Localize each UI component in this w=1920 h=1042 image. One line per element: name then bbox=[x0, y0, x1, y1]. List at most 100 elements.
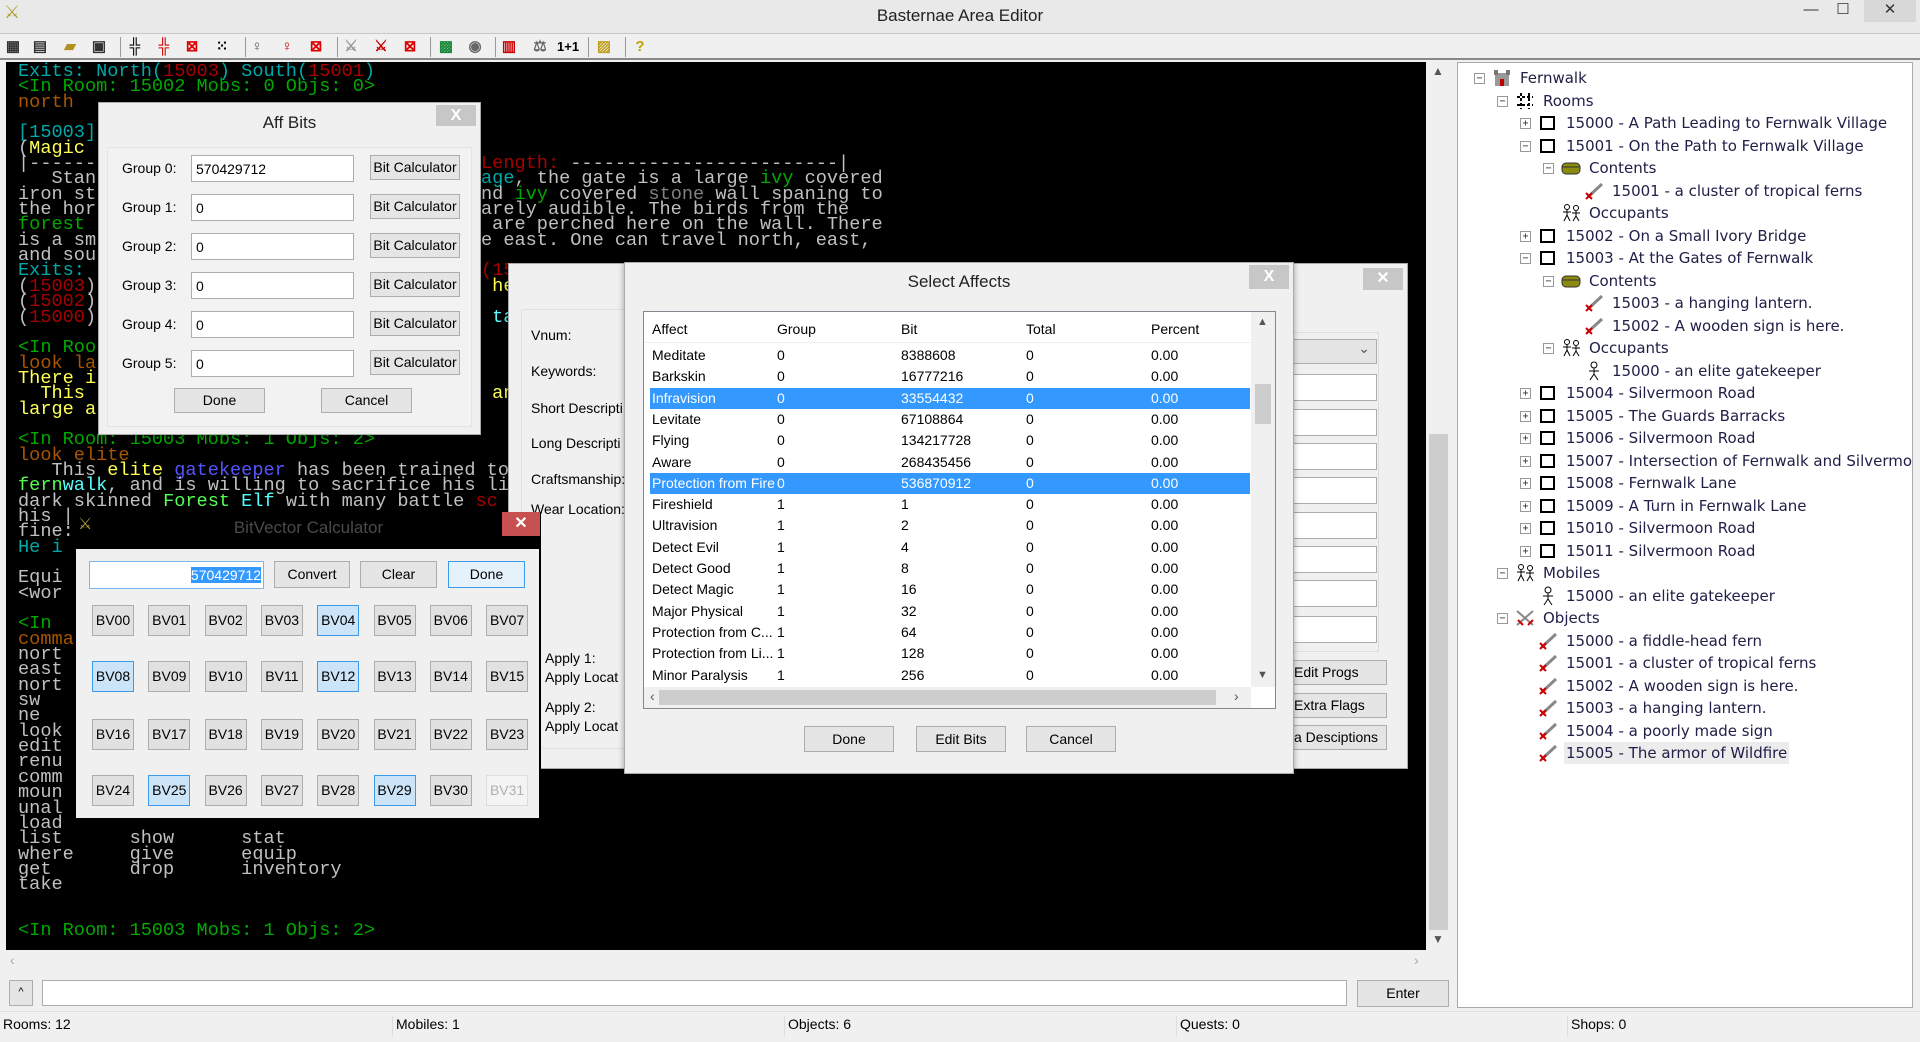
clear-button[interactable]: Clear bbox=[360, 561, 437, 588]
bit-button-bv21[interactable]: BV21 bbox=[373, 719, 416, 750]
affect-row[interactable]: Protection from Fire 0 536870912 0 0.00 bbox=[650, 472, 1250, 494]
tree-item[interactable]: +15009 - A Turn in Fernwalk Lane bbox=[1458, 495, 1908, 517]
bit-button-bv14[interactable]: BV14 bbox=[429, 661, 472, 692]
rooms-button[interactable]: ╬ bbox=[124, 36, 146, 58]
save-button[interactable]: ▣ bbox=[88, 36, 110, 58]
cancel-button[interactable]: Cancel bbox=[321, 388, 412, 413]
bit-button-bv05[interactable]: BV05 bbox=[373, 605, 416, 636]
area-tree[interactable]: − Fernwalk − Rooms +15000 - A Path Leading t… bbox=[1457, 62, 1913, 1008]
group-1-input[interactable] bbox=[191, 194, 354, 221]
bit-button-bv20[interactable]: BV20 bbox=[317, 719, 360, 750]
bit-button-bv07[interactable]: BV07 bbox=[486, 605, 529, 636]
collapse-icon[interactable]: − bbox=[1497, 613, 1508, 624]
tree-item[interactable]: 15003 - a hanging lantern. bbox=[1458, 697, 1908, 719]
tree-item[interactable]: 15000 - an elite gatekeeper bbox=[1458, 585, 1908, 607]
tree-item[interactable]: 15003 - a hanging lantern. bbox=[1458, 292, 1908, 314]
bit-button-bv24[interactable]: BV24 bbox=[92, 775, 134, 806]
room-grid-button[interactable]: ⁙ bbox=[211, 36, 233, 58]
tree-item[interactable]: 15005 - The armor of Wildfire bbox=[1458, 742, 1908, 764]
expand-icon[interactable]: + bbox=[1520, 410, 1531, 422]
new-room-button[interactable]: ╬ bbox=[153, 36, 175, 58]
bit-button-bv18[interactable]: BV18 bbox=[204, 719, 247, 750]
bit-calculator-button[interactable]: Bit Calculator bbox=[370, 194, 460, 219]
bit-button-bv13[interactable]: BV13 bbox=[373, 661, 416, 692]
expand-icon[interactable]: + bbox=[1520, 388, 1531, 399]
affect-row[interactable]: Meditate 0 8388608 0 0.00 bbox=[650, 345, 1250, 366]
bit-button-bv28[interactable]: BV28 bbox=[317, 775, 360, 806]
bit-button-bv08[interactable]: BV08 bbox=[92, 661, 134, 692]
tree-item[interactable]: +15006 - Silvermoon Road bbox=[1458, 427, 1908, 449]
tree-item[interactable]: − Objects bbox=[1458, 607, 1908, 629]
scroll-down-icon[interactable]: ▼ bbox=[1432, 932, 1444, 946]
scroll-left-icon[interactable]: ‹ bbox=[10, 952, 15, 968]
delete-mobile-button[interactable]: ⊠ bbox=[305, 36, 327, 58]
enter-button[interactable]: Enter bbox=[1357, 980, 1449, 1007]
help-button[interactable]: ? bbox=[629, 36, 651, 58]
tree-item[interactable]: − Rooms bbox=[1458, 90, 1908, 112]
bit-button-bv09[interactable]: BV09 bbox=[148, 661, 191, 692]
scroll-up-icon[interactable]: ▲ bbox=[1432, 64, 1444, 78]
minimize-button[interactable]: — bbox=[1794, 0, 1828, 22]
tree-item[interactable]: − 15001 - On the Path to Fernwalk Village bbox=[1458, 135, 1908, 157]
terminal-horizontal-scrollbar[interactable]: ‹ › bbox=[6, 950, 1426, 972]
scroll-right-icon[interactable]: › bbox=[1234, 688, 1239, 704]
done-button[interactable]: Done bbox=[174, 388, 265, 413]
tree-item[interactable]: Occupants bbox=[1458, 202, 1908, 224]
affects-list[interactable]: Affect Group Bit Total Percent Meditate 0… bbox=[643, 311, 1276, 709]
scroll-thumb[interactable] bbox=[659, 690, 1216, 705]
affect-row[interactable]: Protection from C... 1 64 0 0.00 bbox=[650, 622, 1250, 643]
bit-button-bv27[interactable]: BV27 bbox=[260, 775, 303, 806]
bit-button-bv16[interactable]: BV16 bbox=[92, 719, 134, 750]
list-horizontal-scrollbar[interactable]: ‹ › bbox=[644, 687, 1251, 708]
group-3-input[interactable] bbox=[191, 272, 354, 299]
tree-item[interactable]: − Fernwalk bbox=[1458, 67, 1908, 89]
group-5-input[interactable] bbox=[191, 350, 354, 377]
tree-item[interactable]: +15011 - Silvermoon Road bbox=[1458, 540, 1908, 562]
tree-item[interactable]: − Contents bbox=[1458, 157, 1908, 179]
scroll-down-icon[interactable]: ▼ bbox=[1257, 669, 1268, 681]
tree-item[interactable]: 15002 - A wooden sign is here. bbox=[1458, 315, 1908, 337]
object-button[interactable]: ⚔ bbox=[340, 36, 362, 58]
convert-button[interactable]: Convert bbox=[274, 561, 350, 588]
tree-item[interactable]: +15004 - Silvermoon Road bbox=[1458, 382, 1908, 404]
maximize-button[interactable]: ☐ bbox=[1826, 0, 1860, 22]
bit-button-bv12[interactable]: BV12 bbox=[317, 661, 360, 692]
affect-row[interactable]: Detect Good 1 8 0 0.00 bbox=[650, 558, 1250, 579]
close-window-button[interactable]: ✕ bbox=[1864, 0, 1916, 22]
new-mobile-button[interactable]: ♀ bbox=[276, 36, 298, 58]
collapse-icon[interactable]: − bbox=[1543, 343, 1554, 354]
expand-icon[interactable]: + bbox=[1520, 478, 1531, 489]
group-4-input[interactable] bbox=[191, 311, 354, 338]
affect-row[interactable]: Minor Paralysis 1 256 0 0.00 bbox=[650, 665, 1250, 686]
balance-button[interactable]: ⚖ bbox=[529, 36, 551, 58]
bit-button-bv23[interactable]: BV23 bbox=[486, 719, 529, 750]
tree-item[interactable]: +15002 - On a Small Ivory Bridge bbox=[1458, 225, 1908, 247]
expand-icon[interactable]: + bbox=[1520, 523, 1531, 534]
expand-icon[interactable]: + bbox=[1520, 230, 1531, 242]
bit-button-bv11[interactable]: BV11 bbox=[260, 661, 303, 692]
column-percent[interactable]: Percent bbox=[1151, 316, 1199, 343]
new-area-button[interactable]: ▦ bbox=[2, 36, 24, 58]
edit-progs-button[interactable]: Edit Progs bbox=[1279, 660, 1387, 685]
tree-item[interactable]: 15000 - an elite gatekeeper bbox=[1458, 360, 1908, 382]
tree-item[interactable]: +15000 - A Path Leading to Fernwalk Vill… bbox=[1458, 112, 1908, 134]
bit-button-bv22[interactable]: BV22 bbox=[429, 719, 472, 750]
tree-item[interactable]: 15001 - a cluster of tropical ferns bbox=[1458, 652, 1908, 674]
affect-row[interactable]: Infravision 0 33554432 0 0.00 bbox=[650, 387, 1250, 409]
area-properties-button[interactable]: ▤ bbox=[29, 36, 51, 58]
affect-row[interactable]: Major Physical 1 32 0 0.00 bbox=[650, 601, 1250, 622]
affect-row[interactable]: Barkskin 0 16777216 0 0.00 bbox=[650, 366, 1250, 387]
group-2-input[interactable] bbox=[191, 233, 354, 260]
affect-row[interactable]: Flying 0 134217728 0 0.00 bbox=[650, 430, 1250, 451]
scroll-right-icon[interactable]: › bbox=[1414, 952, 1419, 968]
collapse-icon[interactable]: − bbox=[1497, 95, 1508, 107]
bit-button-bv00[interactable]: BV00 bbox=[92, 605, 134, 636]
affect-row[interactable]: Protection from Li... 1 128 0 0.00 bbox=[650, 643, 1250, 664]
delete-room-button[interactable]: ⊠ bbox=[181, 36, 203, 58]
open-folder-button[interactable]: ▰ bbox=[59, 36, 81, 58]
bit-calculator-button[interactable]: Bit Calculator bbox=[370, 155, 460, 180]
list-vertical-scrollbar[interactable]: ▲ ▼ bbox=[1251, 312, 1275, 687]
expand-icon[interactable]: + bbox=[1520, 500, 1531, 512]
column-affect[interactable]: Affect bbox=[652, 316, 688, 343]
tree-item[interactable]: − Contents bbox=[1458, 270, 1908, 292]
